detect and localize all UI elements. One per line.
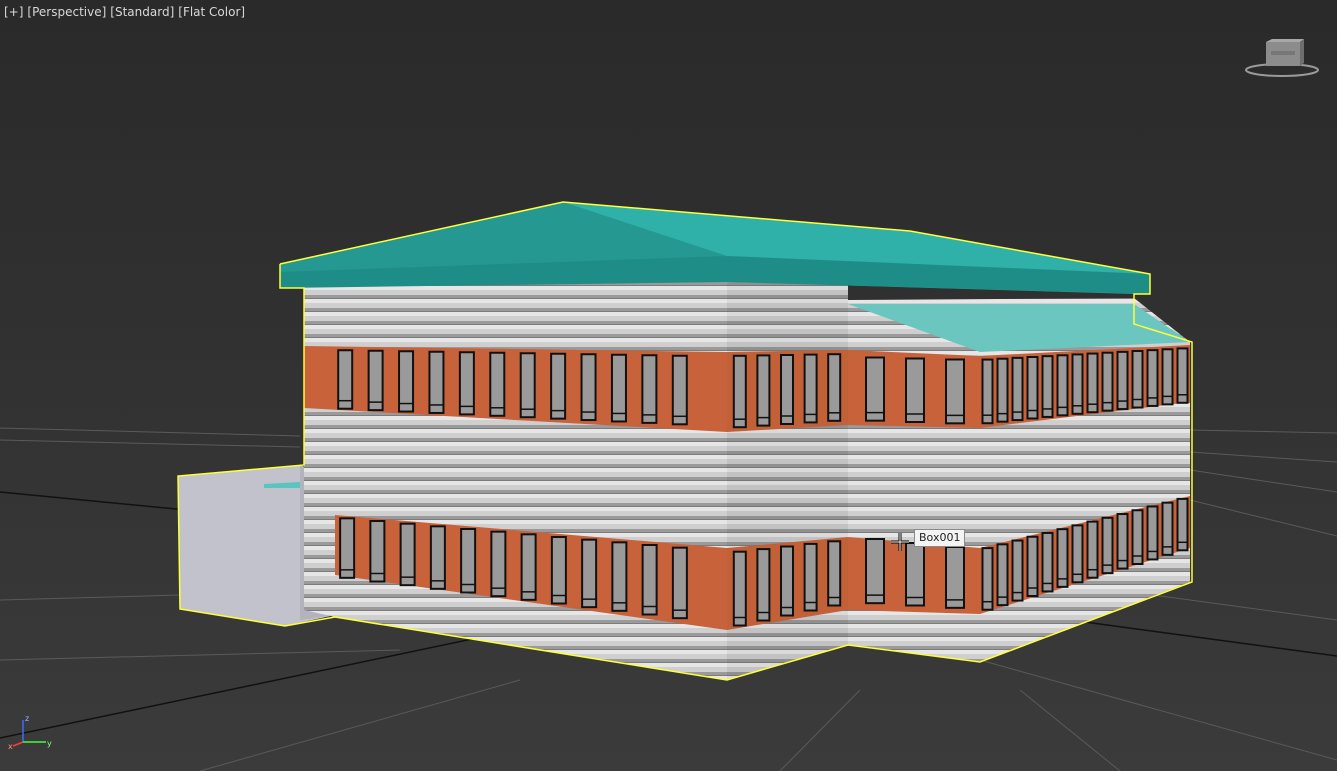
- window: [756, 354, 771, 427]
- window: [429, 525, 446, 590]
- axis-tripod-icon: z x y: [8, 714, 52, 751]
- window: [367, 349, 384, 412]
- window: [399, 522, 416, 587]
- viewcube-icon[interactable]: [1244, 36, 1320, 80]
- window: [520, 533, 537, 601]
- window: [610, 353, 627, 423]
- window: [550, 352, 567, 420]
- axis-y-label: y: [47, 739, 52, 748]
- window: [981, 358, 994, 425]
- window: [1071, 353, 1084, 415]
- viewport-general-menu[interactable]: [+]: [4, 5, 23, 19]
- window: [981, 547, 994, 611]
- viewport-display-mode-menu[interactable]: [Flat Color]: [178, 5, 245, 19]
- window: [580, 353, 597, 422]
- perspective-viewport[interactable]: [+] [Perspective] [Standard] [Flat Color…: [0, 0, 1337, 771]
- window: [337, 349, 354, 410]
- window: [458, 351, 475, 416]
- window: [369, 520, 386, 583]
- window: [905, 357, 925, 423]
- window: [996, 543, 1009, 607]
- window: [641, 544, 658, 616]
- object-name-tooltip: Box001: [914, 529, 966, 547]
- viewport-shading-menu[interactable]: [Standard]: [110, 5, 174, 19]
- window: [1011, 356, 1024, 422]
- window: [803, 353, 818, 424]
- axis-z-label: z: [25, 714, 29, 723]
- window: [996, 357, 1009, 423]
- main-roof: [280, 202, 1150, 294]
- scene-canvas[interactable]: [0, 0, 1337, 771]
- viewport-label-menu[interactable]: [+] [Perspective] [Standard] [Flat Color…: [4, 5, 245, 19]
- window: [1086, 352, 1099, 414]
- window: [827, 353, 842, 422]
- left-wall: [304, 280, 727, 680]
- window: [1026, 535, 1039, 597]
- window: [641, 354, 658, 424]
- window: [550, 536, 567, 605]
- window: [945, 546, 965, 609]
- window: [945, 358, 965, 425]
- window: [611, 541, 628, 612]
- window: [1041, 355, 1054, 418]
- window: [1041, 531, 1054, 593]
- window: [827, 540, 842, 607]
- viewport-point-of-view-menu[interactable]: [Perspective]: [27, 5, 106, 19]
- selection-cursor-icon: [891, 533, 909, 551]
- window: [398, 350, 415, 413]
- window: [865, 356, 885, 422]
- window: [732, 354, 747, 429]
- window: [1026, 356, 1039, 420]
- window: [1056, 354, 1069, 417]
- window: [428, 350, 445, 414]
- window: [732, 550, 747, 627]
- window: [803, 542, 818, 612]
- window: [780, 354, 794, 425]
- window: [865, 538, 885, 605]
- window: [756, 548, 771, 622]
- window: [671, 546, 688, 620]
- window: [581, 538, 598, 609]
- window: [905, 542, 925, 607]
- window: [519, 352, 536, 419]
- window: [780, 545, 794, 617]
- window: [460, 528, 477, 594]
- window: [339, 517, 356, 579]
- window: [489, 351, 506, 417]
- window: [671, 354, 688, 426]
- window: [490, 530, 507, 598]
- axis-x-label: x: [8, 742, 13, 751]
- window: [1011, 539, 1024, 602]
